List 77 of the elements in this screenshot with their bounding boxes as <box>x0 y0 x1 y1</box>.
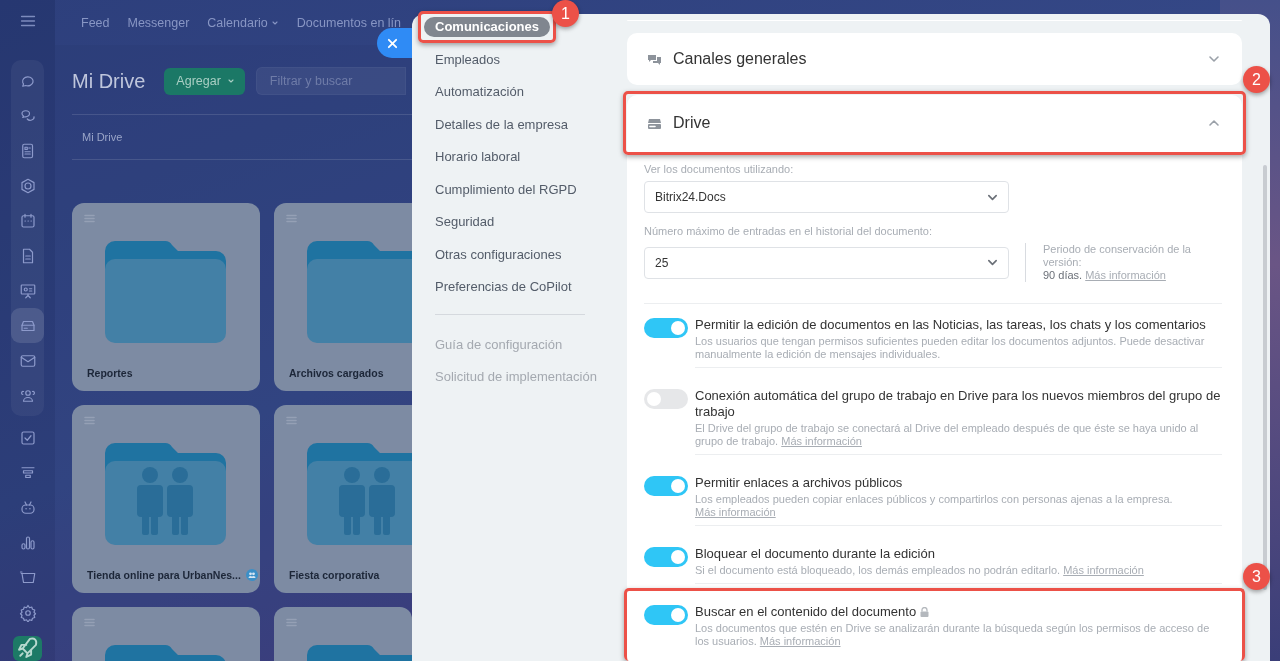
chevron-down-icon <box>987 257 998 268</box>
setting-description: Los empleados pueden copiar enlaces públicos y compartirlos con personas ajenas a la empresa. Más información <box>695 493 1174 519</box>
shared-folder-icon <box>307 443 412 545</box>
setting-title: Permitir enlaces a archivos públicos <box>695 475 903 491</box>
setting-title: Permitir la edición de documentos en las Noticias, las tareas, los chats y los comentarios <box>695 317 1206 333</box>
folder-name: Fiesta corporativa <box>289 569 380 581</box>
folder-card[interactable]: Tienda online para UrbanNes... <box>72 405 260 593</box>
drag-handle-icon <box>286 416 297 425</box>
section-title: Drive <box>673 114 712 132</box>
folder-name: Reportes <box>87 367 133 379</box>
section-header[interactable]: Drive <box>627 95 1242 151</box>
add-button[interactable]: Agregar <box>164 67 245 95</box>
setting-description: El Drive del grupo de trabajo se conectará al Drive del empleado después de que éste se haya unido al grupo de trabajo. Más información <box>695 422 1200 448</box>
folder-card[interactable]: Fiesta corporativa <box>274 405 412 593</box>
drag-handle-icon <box>84 618 95 627</box>
drive-icon <box>647 116 662 130</box>
page-title: Mi Drive <box>72 69 146 93</box>
nav-link[interactable]: Feed <box>81 15 110 30</box>
toggle-switch[interactable] <box>644 547 688 567</box>
folder-name: Tienda online para UrbanNes... <box>87 569 241 581</box>
more-info-link[interactable]: Más información <box>781 435 862 447</box>
info-text: 90 días. Más información <box>1043 269 1167 282</box>
toggle-switch[interactable] <box>644 389 688 409</box>
folder-card[interactable] <box>274 607 412 661</box>
field-label: Ver los documentos utilizando: <box>644 163 795 175</box>
folder-card[interactable] <box>72 607 260 661</box>
settings-nav-item[interactable]: Horario laboral <box>424 147 532 167</box>
chevron-icon[interactable] <box>1208 53 1220 65</box>
settings-nav-item[interactable]: Seguridad <box>424 212 506 232</box>
dropdown-field[interactable]: Bitrix24.Docs <box>644 181 1009 213</box>
more-info-link[interactable]: Más información <box>759 635 841 647</box>
settings-nav-item[interactable]: Preferencias de CoPilot <box>424 277 583 297</box>
drag-handle-icon <box>84 416 95 425</box>
breadcrumb[interactable]: Mi Drive <box>82 131 123 143</box>
settings-nav-item[interactable]: Cumplimiento del RGPD <box>424 179 588 200</box>
drag-handle-icon <box>286 618 297 627</box>
settings-nav-item[interactable]: Automatización <box>424 82 535 102</box>
field-label: Número máximo de entradas en el historial del documento: <box>644 225 933 237</box>
rocket-button[interactable] <box>13 636 42 661</box>
drag-handle-icon <box>84 214 95 223</box>
setting-title: Buscar en el contenido del documento <box>695 604 917 620</box>
nav-link[interactable]: Messenger <box>127 15 190 30</box>
scrollbar[interactable] <box>1263 165 1267 590</box>
toggle-switch[interactable] <box>644 318 688 338</box>
close-button[interactable] <box>377 28 412 58</box>
caret-icon <box>226 77 235 85</box>
setting-description: Si el documento está bloqueado, los demás empleados no podrán editarlo. Más información <box>695 564 1145 577</box>
more-info-link[interactable]: Más información <box>1085 269 1166 281</box>
folder-name: Archivos cargados <box>289 367 384 379</box>
setting-title: Conexión automática del grupo de trabajo en Drive para los nuevos miembros del grupo de trabajo <box>695 388 1222 420</box>
folder-icon <box>307 241 412 343</box>
section-header[interactable]: Canales generales <box>627 33 1242 85</box>
nav-link[interactable]: Documentos en lín <box>296 15 402 30</box>
settings-nav-item[interactable]: Comunicaciones <box>424 17 551 37</box>
folder-icon <box>105 241 226 343</box>
more-info-link[interactable]: Más información <box>695 506 776 518</box>
dropdown-field[interactable]: 25 <box>644 246 1009 279</box>
folder-card[interactable]: Reportes <box>72 203 260 391</box>
section-title: Canales generales <box>673 50 808 68</box>
folder-card[interactable]: Archivos cargados <box>274 203 412 391</box>
nav-link[interactable]: Calendario <box>207 15 279 30</box>
drag-handle-icon <box>286 214 297 223</box>
chat-bubbles-icon <box>647 52 662 66</box>
more-info-link[interactable]: Más información <box>1063 564 1144 576</box>
settings-nav-item[interactable]: Detalles de la empresa <box>424 114 579 135</box>
chevron-icon[interactable] <box>1208 117 1220 129</box>
setting-title: Bloquear el documento durante la edición <box>695 546 935 562</box>
shared-folder-icon <box>105 443 226 545</box>
settings-nav-item[interactable]: Otras configuraciones <box>424 244 573 265</box>
setting-description: Los documentos que estén en Drive se analizarán durante la búsqueda según los permisos de acceso de los usuarios. Más información <box>695 622 1211 648</box>
drive-icon[interactable] <box>11 308 44 343</box>
toggle-switch[interactable] <box>644 476 688 496</box>
info-label: Periodo de conservación de la versión: <box>1043 243 1192 269</box>
setting-description: Los usuarios que tengan permisos suficientes pueden editar los documentos adjuntos. Puede desactivar manualmente la edición de mensajes individuales. <box>695 335 1206 361</box>
settings-nav-item[interactable]: Empleados <box>424 49 512 70</box>
toggle-switch[interactable] <box>644 605 688 625</box>
close-icon <box>387 37 398 49</box>
